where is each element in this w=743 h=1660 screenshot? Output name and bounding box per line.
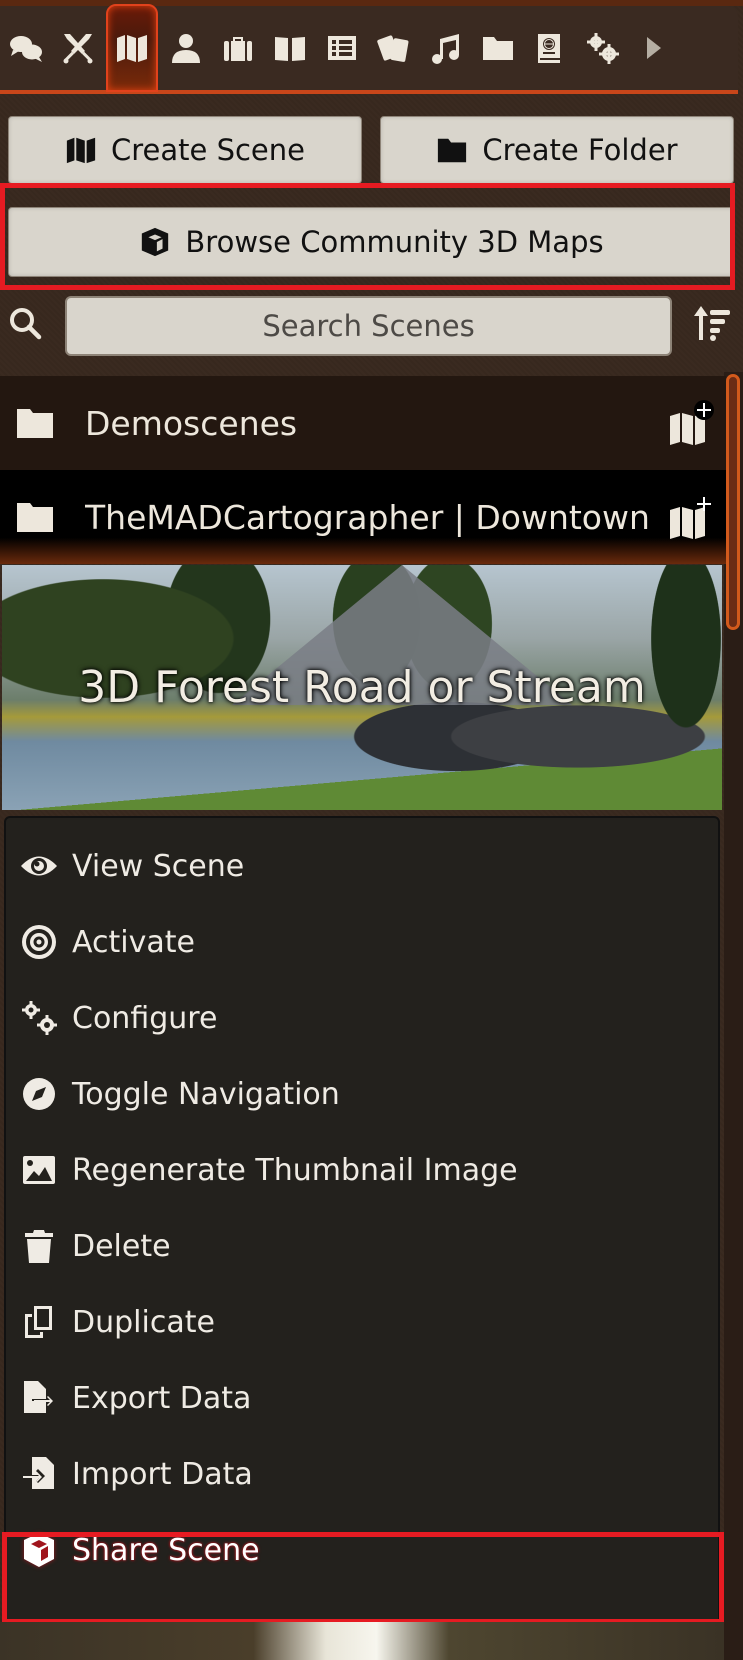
menu-item-delete[interactable]: Delete bbox=[6, 1208, 718, 1284]
folder-demoscenes[interactable]: Demoscenes bbox=[0, 376, 726, 470]
scene-title: 3D Forest Road or Stream bbox=[78, 662, 646, 713]
menu-item-activate[interactable]: Activate bbox=[6, 904, 718, 980]
copy-icon bbox=[25, 1306, 52, 1338]
folder-name: TheMADCartographer | Downtown bbox=[85, 497, 650, 537]
folder-icon bbox=[483, 37, 513, 60]
search-scenes-input[interactable] bbox=[65, 296, 672, 356]
menu-item-toggle-navigation[interactable]: Toggle Navigation bbox=[6, 1056, 718, 1132]
music-icon bbox=[432, 34, 459, 64]
folder-icon bbox=[438, 138, 467, 163]
menu-item-share-scene[interactable]: Share Scene bbox=[6, 1512, 718, 1588]
folder-themadcartographer[interactable]: TheMADCartographer | Downtown bbox=[0, 470, 726, 564]
create-folder-label: Create Folder bbox=[482, 133, 678, 167]
create-scene-label: Create Scene bbox=[111, 133, 305, 167]
trash-icon bbox=[25, 1230, 53, 1263]
menu-item-label: Share Scene bbox=[72, 1532, 260, 1568]
menu-item-label: View Scene bbox=[72, 848, 245, 884]
tab-actors[interactable] bbox=[160, 6, 212, 90]
menu-item-label: Configure bbox=[72, 1000, 218, 1036]
folder-icon bbox=[17, 409, 53, 438]
create-folder-button[interactable]: Create Folder bbox=[380, 116, 734, 184]
scrollbar-thumb[interactable] bbox=[726, 374, 740, 630]
tab-settings[interactable] bbox=[576, 6, 628, 90]
browse-community-3d-maps-button[interactable]: Browse Community 3D Maps bbox=[8, 207, 735, 277]
tab-playlists[interactable] bbox=[420, 6, 472, 90]
tab-chat[interactable] bbox=[0, 6, 52, 90]
menu-item-label: Export Data bbox=[72, 1380, 252, 1416]
cube-icon bbox=[24, 1533, 54, 1567]
tab-compendium[interactable] bbox=[472, 6, 524, 90]
menu-item-label: Activate bbox=[72, 924, 195, 960]
caret-right-icon bbox=[647, 37, 661, 59]
menu-item-label: Duplicate bbox=[72, 1304, 215, 1340]
menu-item-label: Regenerate Thumbnail Image bbox=[72, 1152, 518, 1188]
menu-item-export-data[interactable]: Export Data bbox=[6, 1360, 718, 1436]
atlas-icon bbox=[538, 34, 560, 63]
create-scene-button[interactable]: Create Scene bbox=[8, 116, 362, 184]
folder-icon bbox=[17, 503, 53, 532]
create-scene-in-folder-icon[interactable] bbox=[668, 400, 714, 446]
menu-item-duplicate[interactable]: Duplicate bbox=[6, 1284, 718, 1360]
map-icon bbox=[117, 35, 147, 62]
user-icon bbox=[172, 34, 200, 63]
folder-name: Demoscenes bbox=[85, 403, 298, 443]
crossed-swords-icon bbox=[63, 34, 93, 64]
scene-thumbnail[interactable]: 3D Forest Road or Stream bbox=[2, 565, 722, 810]
map-icon bbox=[66, 137, 96, 164]
browse-3d-label: Browse Community 3D Maps bbox=[185, 225, 604, 259]
eye-icon bbox=[21, 856, 57, 876]
tab-wiki[interactable] bbox=[524, 6, 576, 90]
menu-item-configure[interactable]: Configure bbox=[6, 980, 718, 1056]
tab-scroll-right[interactable] bbox=[628, 6, 680, 90]
search-icon bbox=[10, 308, 42, 340]
tab-journal[interactable] bbox=[264, 6, 316, 90]
tab-combat[interactable] bbox=[52, 6, 104, 90]
tab-tables[interactable] bbox=[316, 6, 368, 90]
book-open-icon bbox=[275, 37, 305, 61]
cube-icon bbox=[142, 227, 169, 257]
menu-item-import-data[interactable]: Import Data bbox=[6, 1436, 718, 1512]
scenes-sidebar: Create Scene Create Folder Browse Commun… bbox=[0, 0, 743, 1660]
menu-item-label: Import Data bbox=[72, 1456, 253, 1492]
next-scene-thumbnail[interactable] bbox=[0, 1622, 724, 1660]
gears-icon bbox=[22, 1001, 57, 1035]
tab-items[interactable] bbox=[212, 6, 264, 90]
playing-cards-icon bbox=[377, 35, 409, 62]
gears-icon bbox=[587, 33, 619, 64]
tab-cards[interactable] bbox=[368, 6, 420, 90]
table-list-icon bbox=[328, 36, 356, 60]
menu-item-label: Toggle Navigation bbox=[72, 1076, 340, 1112]
suitcase-icon bbox=[224, 37, 252, 61]
menu-item-view-scene[interactable]: View Scene bbox=[6, 828, 718, 904]
scene-context-menu: View Scene Activate Configure Toggle Nav… bbox=[4, 816, 720, 1646]
menu-item-regenerate-thumbnail[interactable]: Regenerate Thumbnail Image bbox=[6, 1132, 718, 1208]
bullseye-icon bbox=[22, 925, 56, 959]
comments-icon bbox=[10, 36, 42, 62]
image-icon bbox=[23, 1156, 55, 1184]
sort-icon[interactable] bbox=[692, 304, 734, 344]
compass-icon bbox=[23, 1078, 55, 1110]
file-import-icon bbox=[22, 1457, 54, 1489]
sidebar-tabs bbox=[0, 0, 743, 94]
tab-scenes[interactable] bbox=[106, 4, 158, 92]
file-export-icon bbox=[24, 1381, 55, 1413]
menu-item-label: Delete bbox=[72, 1228, 171, 1264]
create-scene-in-folder-icon[interactable] bbox=[668, 494, 714, 540]
